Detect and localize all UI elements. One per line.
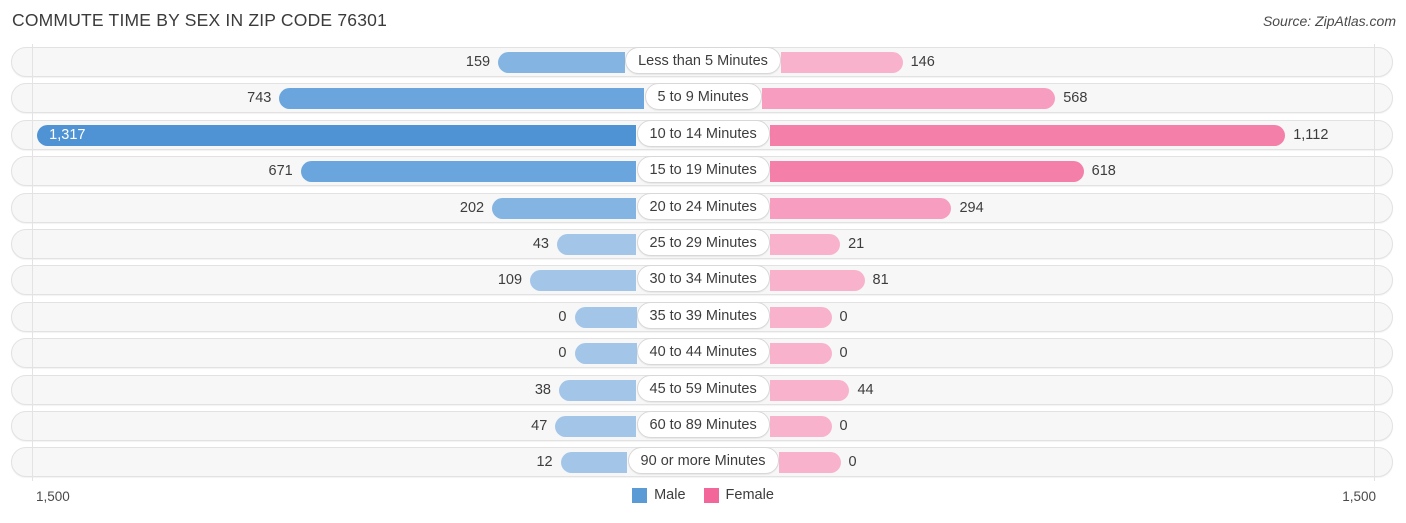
value-label-male: 43 [532, 235, 549, 252]
value-label-female: 618 [1091, 163, 1116, 180]
chart-row[interactable]: 159 146 Less than 5 Minutes [0, 44, 1406, 80]
bar-female[interactable] [769, 270, 865, 292]
category-label[interactable]: 45 to 59 Minutes [636, 374, 770, 402]
value-label-female: 0 [839, 345, 848, 362]
category-label[interactable]: Less than 5 Minutes [625, 47, 781, 74]
value-label-male: 12 [536, 454, 553, 471]
chart-row[interactable]: 12 0 90 or more Minutes [0, 444, 1406, 480]
category-label[interactable]: 40 to 44 Minutes [636, 338, 770, 366]
bar-female[interactable] [769, 233, 841, 255]
bar-male[interactable] [555, 415, 637, 437]
bar-male[interactable] [560, 452, 628, 474]
chart-row[interactable]: 38 44 45 to 59 Minutes [0, 372, 1406, 408]
value-label-female: 1,112 [1293, 126, 1329, 143]
value-label-male: 0 [558, 345, 567, 362]
category-label[interactable]: 90 or more Minutes [627, 447, 779, 475]
chart-row[interactable]: 743 568 5 to 9 Minutes [0, 80, 1406, 116]
category-label[interactable]: 5 to 9 Minutes [644, 83, 762, 111]
chart-row[interactable]: 1,317 1,112 10 to 14 Minutes [0, 117, 1406, 153]
page-title: COMMUTE TIME BY SEX IN ZIP CODE 76301 [12, 10, 388, 30]
legend-swatch-icon [703, 487, 719, 503]
bar-male[interactable] [558, 379, 637, 401]
category-label[interactable]: 35 to 39 Minutes [636, 301, 770, 329]
value-label-male: 1,317 [49, 126, 86, 143]
value-label-female: 568 [1063, 90, 1088, 107]
value-label-male: 38 [534, 381, 551, 398]
bar-female[interactable] [778, 452, 841, 474]
source-attribution: Source: ZipAtlas.com [1262, 13, 1396, 29]
legend-label: Female [725, 487, 774, 503]
value-label-male: 743 [247, 90, 272, 107]
value-label-male: 47 [531, 417, 548, 434]
chart-plot-area: 159 146 Less than 5 Minutes 743 568 5 to 9 Mi… [0, 44, 1406, 481]
value-label-female: 21 [848, 235, 865, 252]
chart-row[interactable]: 202 294 20 to 24 Minutes [0, 190, 1406, 226]
bar-female[interactable] [769, 306, 832, 328]
bar-male[interactable] [492, 197, 637, 219]
value-label-female: 0 [839, 417, 848, 434]
bar-female[interactable] [769, 124, 1286, 146]
bar-rows: 159 146 Less than 5 Minutes 743 568 5 to 9 Mi… [0, 44, 1406, 481]
bar-female[interactable] [769, 379, 850, 401]
value-label-male: 202 [459, 199, 485, 216]
bar-male[interactable] [574, 343, 637, 365]
bar-male[interactable] [300, 161, 637, 183]
chart-row[interactable]: 47 0 60 to 89 Minutes [0, 408, 1406, 444]
bar-male[interactable] [498, 52, 625, 73]
value-label-female: 0 [848, 454, 857, 471]
category-label[interactable]: 60 to 89 Minutes [636, 410, 770, 438]
bar-male[interactable] [556, 233, 637, 255]
chart-header: COMMUTE TIME BY SEX IN ZIP CODE 76301 So… [0, 0, 1406, 44]
bar-female[interactable] [769, 415, 832, 437]
legend-swatch-icon [632, 487, 648, 503]
chart-row[interactable]: 0 0 40 to 44 Minutes [0, 335, 1406, 371]
bar-male[interactable] [530, 270, 637, 292]
chart-footer: 1,500 1,500 Male Female [0, 481, 1406, 523]
value-label-male: 109 [497, 272, 523, 289]
value-label-male: 159 [465, 54, 491, 70]
bar-female[interactable] [769, 161, 1084, 183]
chart-legend: Male Female [0, 487, 1406, 503]
category-label[interactable]: 15 to 19 Minutes [636, 156, 770, 184]
value-label-female: 81 [872, 272, 889, 289]
bar-female[interactable] [781, 52, 903, 73]
bar-male[interactable] [37, 124, 637, 146]
chart-row[interactable]: 43 21 25 to 29 Minutes [0, 226, 1406, 262]
chart-row[interactable]: 0 0 35 to 39 Minutes [0, 299, 1406, 335]
legend-item-female[interactable]: Female [703, 487, 774, 503]
bar-female[interactable] [761, 88, 1056, 110]
value-label-female: 146 [910, 54, 935, 70]
bar-male[interactable] [279, 88, 645, 110]
bar-male[interactable] [574, 306, 637, 328]
legend-label: Male [654, 487, 686, 503]
value-label-female: 44 [857, 381, 874, 398]
legend-item-male[interactable]: Male [632, 487, 686, 503]
category-label[interactable]: 25 to 29 Minutes [636, 228, 770, 256]
chart-row[interactable]: 109 81 30 to 34 Minutes [0, 262, 1406, 298]
category-label[interactable]: 10 to 14 Minutes [636, 119, 770, 147]
value-label-female: 0 [839, 308, 848, 325]
bar-female[interactable] [769, 197, 952, 219]
category-label[interactable]: 20 to 24 Minutes [636, 192, 770, 220]
chart-row[interactable]: 671 618 15 to 19 Minutes [0, 153, 1406, 189]
value-label-male: 671 [268, 163, 293, 180]
bar-female[interactable] [769, 343, 832, 365]
value-label-female: 294 [959, 199, 984, 216]
category-label[interactable]: 30 to 34 Minutes [636, 265, 770, 293]
value-label-male: 0 [558, 308, 567, 325]
